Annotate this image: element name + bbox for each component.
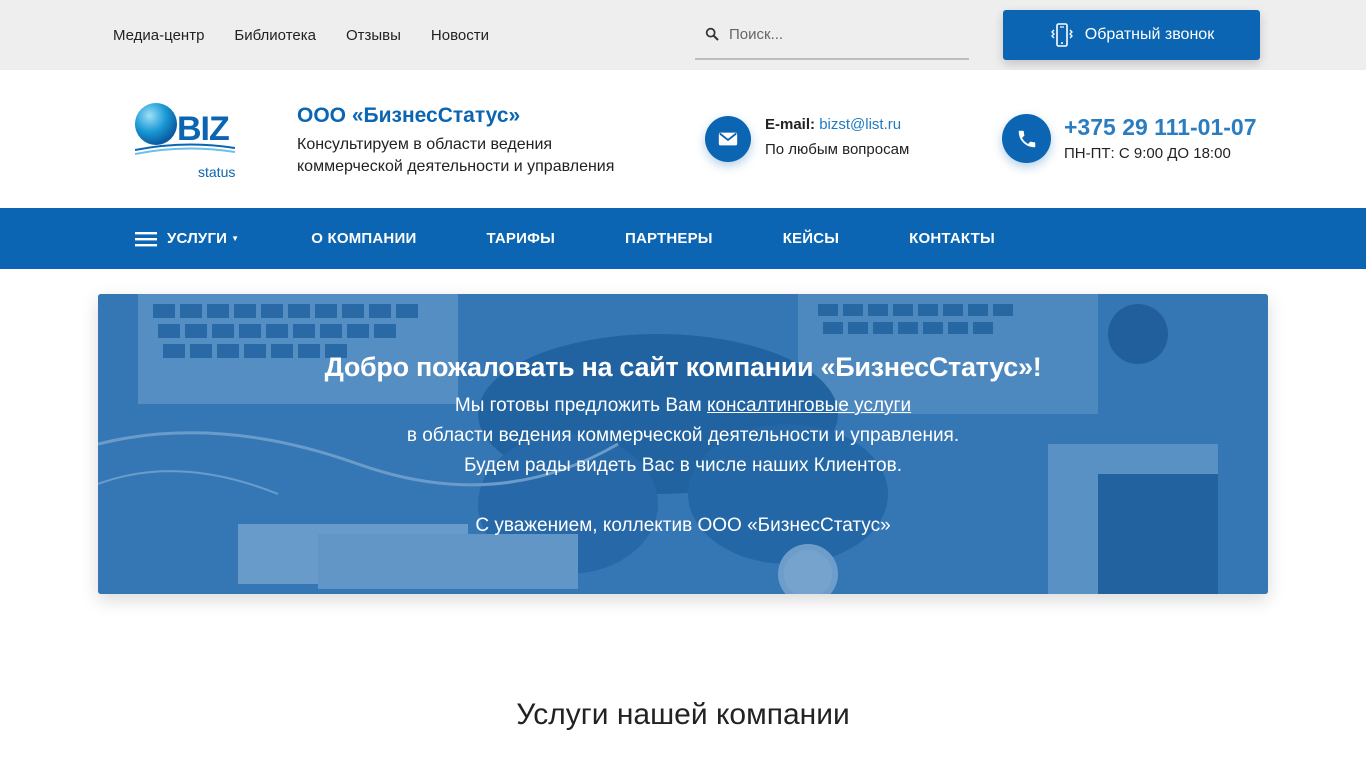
hero-content: Добро пожаловать на сайт компании «Бизне… xyxy=(98,352,1268,541)
top-links: Медиа-центр Библиотека Отзывы Новости xyxy=(113,0,519,70)
nav-item-about[interactable]: О компании xyxy=(311,230,416,247)
site-header: BIZ status ООО «БизнесСтатус» Консультир… xyxy=(0,70,1366,208)
top-bar: Медиа-центр Библиотека Отзывы Новости Об… xyxy=(0,0,1366,70)
svg-text:status: status xyxy=(198,164,235,180)
services-section-title: Услуги нашей компании xyxy=(516,698,850,731)
top-link-media-center[interactable]: Медиа-центр xyxy=(113,27,204,44)
phone-number-link[interactable]: +375 29 111-01-07 xyxy=(1064,114,1257,141)
top-link-reviews[interactable]: Отзывы xyxy=(346,27,401,44)
nav-item-partners[interactable]: Партнеры xyxy=(625,230,713,247)
email-icon xyxy=(705,116,751,162)
company-description: Консультируем в области ведения коммерче… xyxy=(297,136,615,175)
email-subtext: По любым вопросам xyxy=(765,141,910,158)
hero-line-1-text: Мы готовы предложить Вам xyxy=(454,395,707,416)
nav-services-dropdown[interactable]: Услуги ▼ xyxy=(135,230,239,247)
nav-item-tariffs[interactable]: Тарифы xyxy=(486,230,555,247)
caret-down-icon: ▼ xyxy=(231,234,240,243)
phone-block: +375 29 111-01-07 ПН-ПТ: С 9:00 ДО 18:00 xyxy=(1064,114,1257,162)
hero-title: Добро пожаловать на сайт компании «Бизне… xyxy=(324,352,1042,382)
top-link-library[interactable]: Библиотека xyxy=(234,27,316,44)
main-nav: Услуги ▼ О компании Тарифы Партнеры Кейс… xyxy=(0,208,1366,269)
nav-item-cases[interactable]: Кейсы xyxy=(783,230,839,247)
hero-line-3: Будем рады видеть Вас в числе наших Клие… xyxy=(464,455,902,476)
email-label: E-mail: xyxy=(765,116,816,133)
hero-banner: Добро пожаловать на сайт компании «Бизне… xyxy=(98,294,1268,594)
nav-item-contacts[interactable]: Контакты xyxy=(909,230,995,247)
company-name: ООО «БизнесСтатус» xyxy=(297,104,521,127)
nav-items: Услуги ▼ О компании Тарифы Партнеры Кейс… xyxy=(135,208,1065,269)
top-link-news[interactable]: Новости xyxy=(431,27,489,44)
search-box xyxy=(695,10,969,60)
menu-icon xyxy=(135,231,157,247)
vibrating-phone-icon xyxy=(1049,22,1075,48)
search-icon[interactable] xyxy=(695,26,729,42)
hero-line-1: Мы готовы предложить Вам консалтинговые … xyxy=(98,391,1268,421)
hero-signature: С уважением, коллектив ООО «БизнесСтатус… xyxy=(475,515,891,536)
company-info: ООО «БизнесСтатус» Консультируем в облас… xyxy=(297,104,657,178)
consulting-services-link[interactable]: консалтинговые услуги xyxy=(707,395,911,416)
callback-button[interactable]: Обратный звонок xyxy=(1003,10,1260,60)
search-input[interactable] xyxy=(729,25,959,43)
company-logo[interactable]: BIZ status xyxy=(134,100,235,180)
phone-icon xyxy=(1002,114,1051,163)
nav-services-label: Услуги xyxy=(167,230,228,247)
phone-hours: ПН-ПТ: С 9:00 ДО 18:00 xyxy=(1064,145,1231,162)
svg-text:BIZ: BIZ xyxy=(177,110,229,148)
hero-line-2: в области ведения коммерческой деятельно… xyxy=(406,425,960,446)
email-block: E-mail: bizst@list.ru По любым вопросам xyxy=(765,116,909,158)
callback-label: Обратный звонок xyxy=(1084,26,1215,43)
email-link[interactable]: bizst@list.ru xyxy=(819,116,901,133)
